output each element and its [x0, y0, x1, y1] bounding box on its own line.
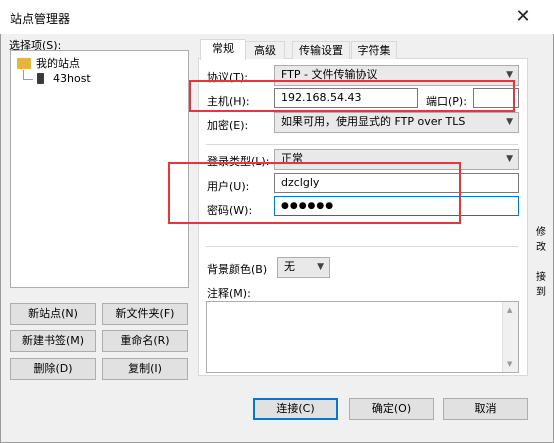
window-title: 站点管理器: [10, 12, 71, 26]
new-folder-button[interactable]: 新文件夹(F): [102, 303, 188, 325]
background-color-select[interactable]: 无 ▼: [277, 257, 330, 278]
comment-textarea[interactable]: ▲ ▼: [206, 301, 519, 373]
chevron-up-icon[interactable]: ▲: [507, 306, 512, 314]
folder-icon: [17, 58, 31, 69]
site-tree[interactable]: 我的站点 43host: [10, 50, 189, 288]
tab-transfer-settings[interactable]: 传输设置: [292, 41, 350, 59]
tab-general[interactable]: 常规: [200, 39, 246, 60]
ok-button[interactable]: 确定(O): [349, 398, 434, 420]
tree-root-label[interactable]: 我的站点: [36, 55, 80, 71]
divider: [206, 246, 518, 247]
cancel-button[interactable]: 取消: [443, 398, 528, 420]
background-color-label: 背景颜色(B): [207, 263, 268, 276]
delete-button[interactable]: 删除(D): [10, 358, 96, 380]
scrollbar[interactable]: ▲ ▼: [502, 302, 518, 372]
server-icon: [37, 73, 44, 84]
comment-label: 注释(M):: [207, 287, 251, 300]
background-color-value: 无: [284, 260, 295, 273]
copy-button[interactable]: 复制(I): [102, 358, 188, 380]
encryption-value: 如果可用，使用显式的 FTP over TLS: [281, 115, 466, 128]
new-bookmark-button[interactable]: 新建书签(M): [10, 330, 96, 352]
new-site-button[interactable]: 新站点(N): [10, 303, 96, 325]
close-icon[interactable]: ✕: [512, 6, 534, 28]
background-text: 接到: [536, 272, 546, 298]
tree-site-label[interactable]: 43host: [53, 72, 91, 85]
title-bar: [0, 0, 554, 34]
chevron-down-icon: ▼: [317, 262, 324, 272]
encryption-select[interactable]: 如果可用，使用显式的 FTP over TLS ▼: [274, 112, 519, 133]
background-text: 修改: [536, 227, 546, 253]
credentials-highlight-box: [168, 162, 461, 224]
tab-charset[interactable]: 字符集: [351, 41, 397, 59]
connect-button[interactable]: 连接(C): [253, 398, 338, 420]
chevron-down-icon[interactable]: ▼: [507, 360, 512, 368]
chevron-down-icon: ▼: [506, 154, 513, 164]
host-highlight-box: [189, 80, 515, 112]
divider: [206, 144, 518, 145]
encryption-label: 加密(E):: [207, 119, 249, 132]
chevron-down-icon: ▼: [506, 117, 513, 127]
tree-line: [23, 79, 33, 80]
rename-button[interactable]: 重命名(R): [102, 330, 188, 352]
tab-advanced[interactable]: 高级: [245, 41, 285, 59]
